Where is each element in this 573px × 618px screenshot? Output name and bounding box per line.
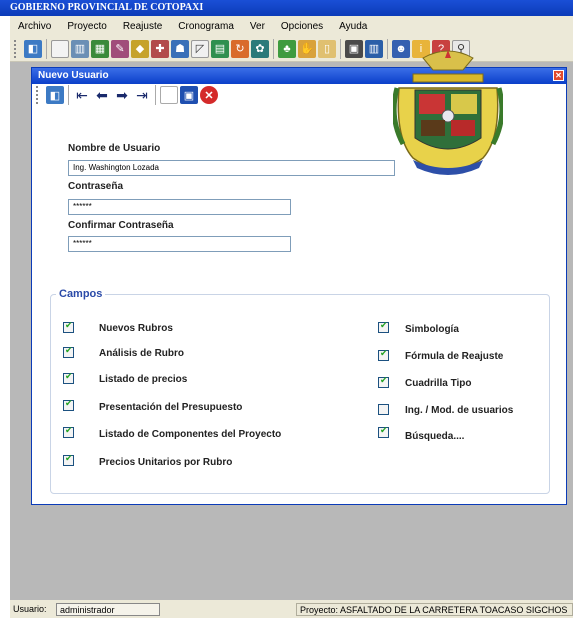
spreadsheet-icon[interactable]: ▦ — [91, 39, 109, 58]
provincial-coat-of-arms — [393, 50, 503, 175]
toolbar-separator — [340, 38, 341, 59]
checkbox-analisis-de-rubro[interactable] — [63, 345, 74, 358]
menu-bar: Archivo Proyecto Reajuste Cronograma Ver… — [10, 16, 573, 36]
checkbox-busqueda[interactable] — [378, 425, 389, 438]
toolbar-separator — [155, 85, 156, 105]
label-listado-componentes: Listado de Componentes del Proyecto — [99, 429, 282, 440]
label-listado-de-precios: Listado de precios — [99, 374, 188, 385]
menu-proyecto[interactable]: Proyecto — [59, 21, 114, 32]
toolbar-separator — [46, 38, 47, 59]
hands-icon[interactable]: ✋ — [298, 39, 316, 58]
building-icon[interactable]: ▥ — [71, 39, 89, 58]
new-record-icon[interactable] — [160, 86, 178, 104]
book-icon[interactable]: ▥ — [365, 39, 383, 58]
menu-ver[interactable]: Ver — [242, 21, 273, 32]
menu-archivo[interactable]: Archivo — [10, 21, 59, 32]
tools-icon[interactable]: ✚ — [151, 39, 169, 58]
label-cuadrilla-tipo: Cuadrilla Tipo — [405, 378, 472, 389]
toolbar-separator — [273, 38, 274, 59]
checkbox-cuadrilla-tipo[interactable] — [378, 375, 389, 388]
label-presentacion-presupuesto: Presentación del Presupuesto — [99, 402, 243, 413]
edit-icon[interactable]: ✎ — [111, 39, 129, 58]
menu-opciones[interactable]: Opciones — [273, 21, 331, 32]
username-label: Nombre de Usuario — [68, 143, 161, 154]
checkbox-listado-componentes[interactable] — [63, 425, 74, 438]
clipboard-icon[interactable]: ▯ — [318, 39, 336, 58]
checkbox-simbologia[interactable] — [378, 320, 389, 333]
report-icon[interactable]: ▤ — [211, 39, 229, 58]
window-title: Nuevo Usuario — [38, 70, 109, 81]
exit-icon[interactable]: ◧ — [46, 86, 64, 104]
label-nuevos-rubros: Nuevos Rubros — [99, 323, 173, 334]
last-record-icon[interactable]: ⇥ — [133, 86, 151, 104]
symbol-icon[interactable]: ✿ — [251, 39, 269, 58]
campos-legend: Campos — [56, 288, 106, 300]
checkbox-formula-reajuste[interactable] — [378, 348, 389, 361]
password-field[interactable]: ****** — [68, 199, 291, 215]
confirm-password-field[interactable]: ****** — [68, 236, 291, 252]
label-simbologia: Simbología — [405, 324, 459, 335]
next-record-icon[interactable]: ➡ — [113, 86, 131, 104]
password-label: Contraseña — [68, 181, 124, 192]
first-record-icon[interactable]: ⇤ — [73, 86, 91, 104]
confirm-password-label: Confirmar Contraseña — [68, 220, 174, 231]
status-project: Proyecto: ASFALTADO DE LA CARRETERA TOAC… — [296, 603, 573, 616]
toolbar-grip[interactable] — [14, 39, 19, 58]
label-analisis-de-rubro: Análisis de Rubro — [99, 348, 185, 359]
label-busqueda: Búsqueda.... — [405, 431, 465, 442]
username-field[interactable]: Ing. Washington Lozada — [68, 160, 395, 176]
menu-cronograma[interactable]: Cronograma — [170, 21, 242, 32]
diamond-icon[interactable]: ◆ — [131, 39, 149, 58]
users-icon[interactable]: ☗ — [171, 39, 189, 58]
status-bar: Usuario: administrador Proyecto: ASFALTA… — [10, 600, 573, 618]
toolbar-grip[interactable] — [36, 86, 41, 104]
toolbar-separator — [387, 38, 388, 59]
status-user-label: Usuario: — [13, 604, 47, 614]
checkbox-nuevos-rubros[interactable] — [63, 320, 74, 333]
label-ing-mod-usuarios: Ing. / Mod. de usuarios — [405, 405, 514, 416]
checkbox-presentacion-presupuesto[interactable] — [63, 398, 74, 411]
previous-record-icon[interactable]: ⬅ — [93, 86, 111, 104]
status-user-value: administrador — [56, 603, 160, 616]
new-document-icon[interactable] — [51, 39, 69, 58]
menu-ayuda[interactable]: Ayuda — [331, 21, 375, 32]
close-icon[interactable]: ✕ — [553, 70, 564, 81]
crew-icon[interactable]: ♣ — [278, 39, 296, 58]
checkbox-ing-mod-usuarios[interactable] — [378, 404, 389, 415]
cancel-icon[interactable]: ✕ — [200, 86, 218, 104]
refresh-icon[interactable]: ↻ — [231, 39, 249, 58]
save-icon[interactable]: ▣ — [180, 86, 198, 104]
checkbox-listado-de-precios[interactable] — [63, 371, 74, 384]
chart-icon[interactable]: ◸ — [191, 39, 209, 58]
exit-icon[interactable]: ◧ — [24, 39, 42, 58]
menu-reajuste[interactable]: Reajuste — [115, 21, 170, 32]
toolbar-separator — [68, 85, 69, 105]
label-formula-reajuste: Fórmula de Reajuste — [405, 351, 504, 362]
notes-icon[interactable]: ▣ — [345, 39, 363, 58]
app-title: GOBIERNO PROVINCIAL DE COTOPAXI — [0, 0, 573, 16]
checkbox-precios-unitarios[interactable] — [63, 453, 74, 466]
label-precios-unitarios: Precios Unitarios por Rubro — [99, 457, 233, 468]
